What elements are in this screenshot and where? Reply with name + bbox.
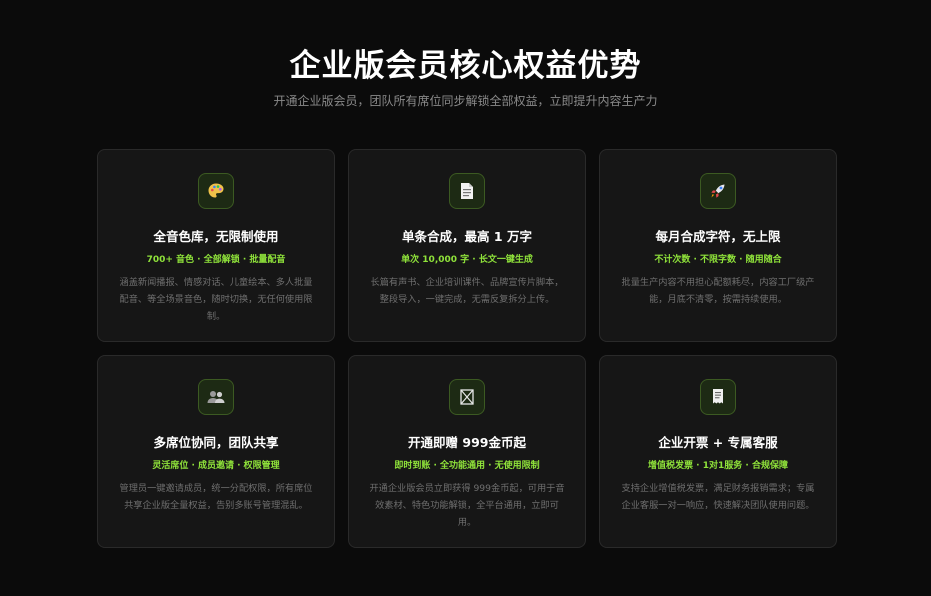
page-subtitle: 开通企业版会员，团队所有席位同步解锁全部权益，立即提升内容生产力 — [273, 94, 658, 108]
card-tags: 灵活席位 · 成员邀请 · 权限管理 — [152, 461, 280, 471]
card-tags: 不计次数 · 不限字数 · 随用随合 — [654, 255, 782, 265]
page: 企业版会员核心权益优势 开通企业版会员，团队所有席位同步解锁全部权益，立即提升内… — [0, 0, 931, 596]
card-title: 全音色库，无限制使用 — [153, 229, 279, 244]
benefit-card-gift-coins: 开通即赠 999金币起 即时到账 · 全功能通用 · 无使用限制 开通企业版会员… — [348, 355, 586, 548]
palette-icon — [198, 173, 234, 209]
card-tags: 增值税发票 · 1对1服务 · 合规保障 — [648, 461, 788, 471]
card-title: 每月合成字符，无上限 — [655, 229, 781, 244]
team-icon — [198, 379, 234, 415]
card-tags: 700+ 音色 · 全部解锁 · 批量配音 — [146, 255, 286, 265]
page-title: 企业版会员核心权益优势 — [289, 48, 642, 84]
card-title: 单条合成，最高 1 万字 — [402, 229, 532, 244]
card-description: 涵盖新闻播报、情感对话、儿童绘本、多人批量配音、等全场景音色，随时切换，无任何使… — [119, 277, 313, 322]
card-title: 开通即赠 999金币起 — [408, 435, 526, 450]
benefit-card-invoice-service: 企业开票 + 专属客服 增值税发票 · 1对1服务 · 合规保障 支持企业增值税… — [599, 355, 837, 548]
invoice-icon — [700, 379, 736, 415]
card-tags: 即时到账 · 全功能通用 · 无使用限制 — [394, 461, 540, 471]
card-title: 企业开票 + 专属客服 — [658, 435, 778, 450]
rocket-icon — [700, 173, 736, 209]
card-description: 支持企业增值税发票，满足财务报销需求；专属企业客服一对一响应，快速解决团队使用问… — [621, 483, 815, 511]
document-icon — [449, 173, 485, 209]
benefit-card-single-synthesis: 单条合成，最高 1 万字 单次 10,000 字 · 长文一键生成 长篇有声书、… — [348, 149, 586, 342]
benefits-grid: 全音色库，无限制使用 700+ 音色 · 全部解锁 · 批量配音 涵盖新闻播报、… — [97, 149, 839, 548]
card-description: 批量生产内容不用担心配额耗尽，内容工厂级产能，月底不清零，按需持续使用。 — [621, 277, 815, 305]
card-tags: 单次 10,000 字 · 长文一键生成 — [401, 255, 533, 265]
benefit-card-monthly-characters: 每月合成字符，无上限 不计次数 · 不限字数 · 随用随合 批量生产内容不用担心… — [599, 149, 837, 342]
benefit-card-voice-library: 全音色库，无限制使用 700+ 音色 · 全部解锁 · 批量配音 涵盖新闻播报、… — [97, 149, 335, 342]
benefit-card-team-seats: 多席位协同，团队共享 灵活席位 · 成员邀请 · 权限管理 管理员一键邀请成员，… — [97, 355, 335, 548]
gift-icon — [449, 379, 485, 415]
card-description: 长篇有声书、企业培训课件、品牌宣传片脚本，整段导入，一键完成，无需反复拆分上传。 — [370, 277, 564, 305]
card-description: 管理员一键邀请成员，统一分配权限，所有席位共享企业版全量权益，告别多账号管理混乱… — [119, 483, 313, 511]
card-title: 多席位协同，团队共享 — [153, 435, 279, 450]
card-description: 开通企业版会员立即获得 999金币起，可用于音效素材、特色功能解锁，全平台通用，… — [369, 483, 565, 528]
